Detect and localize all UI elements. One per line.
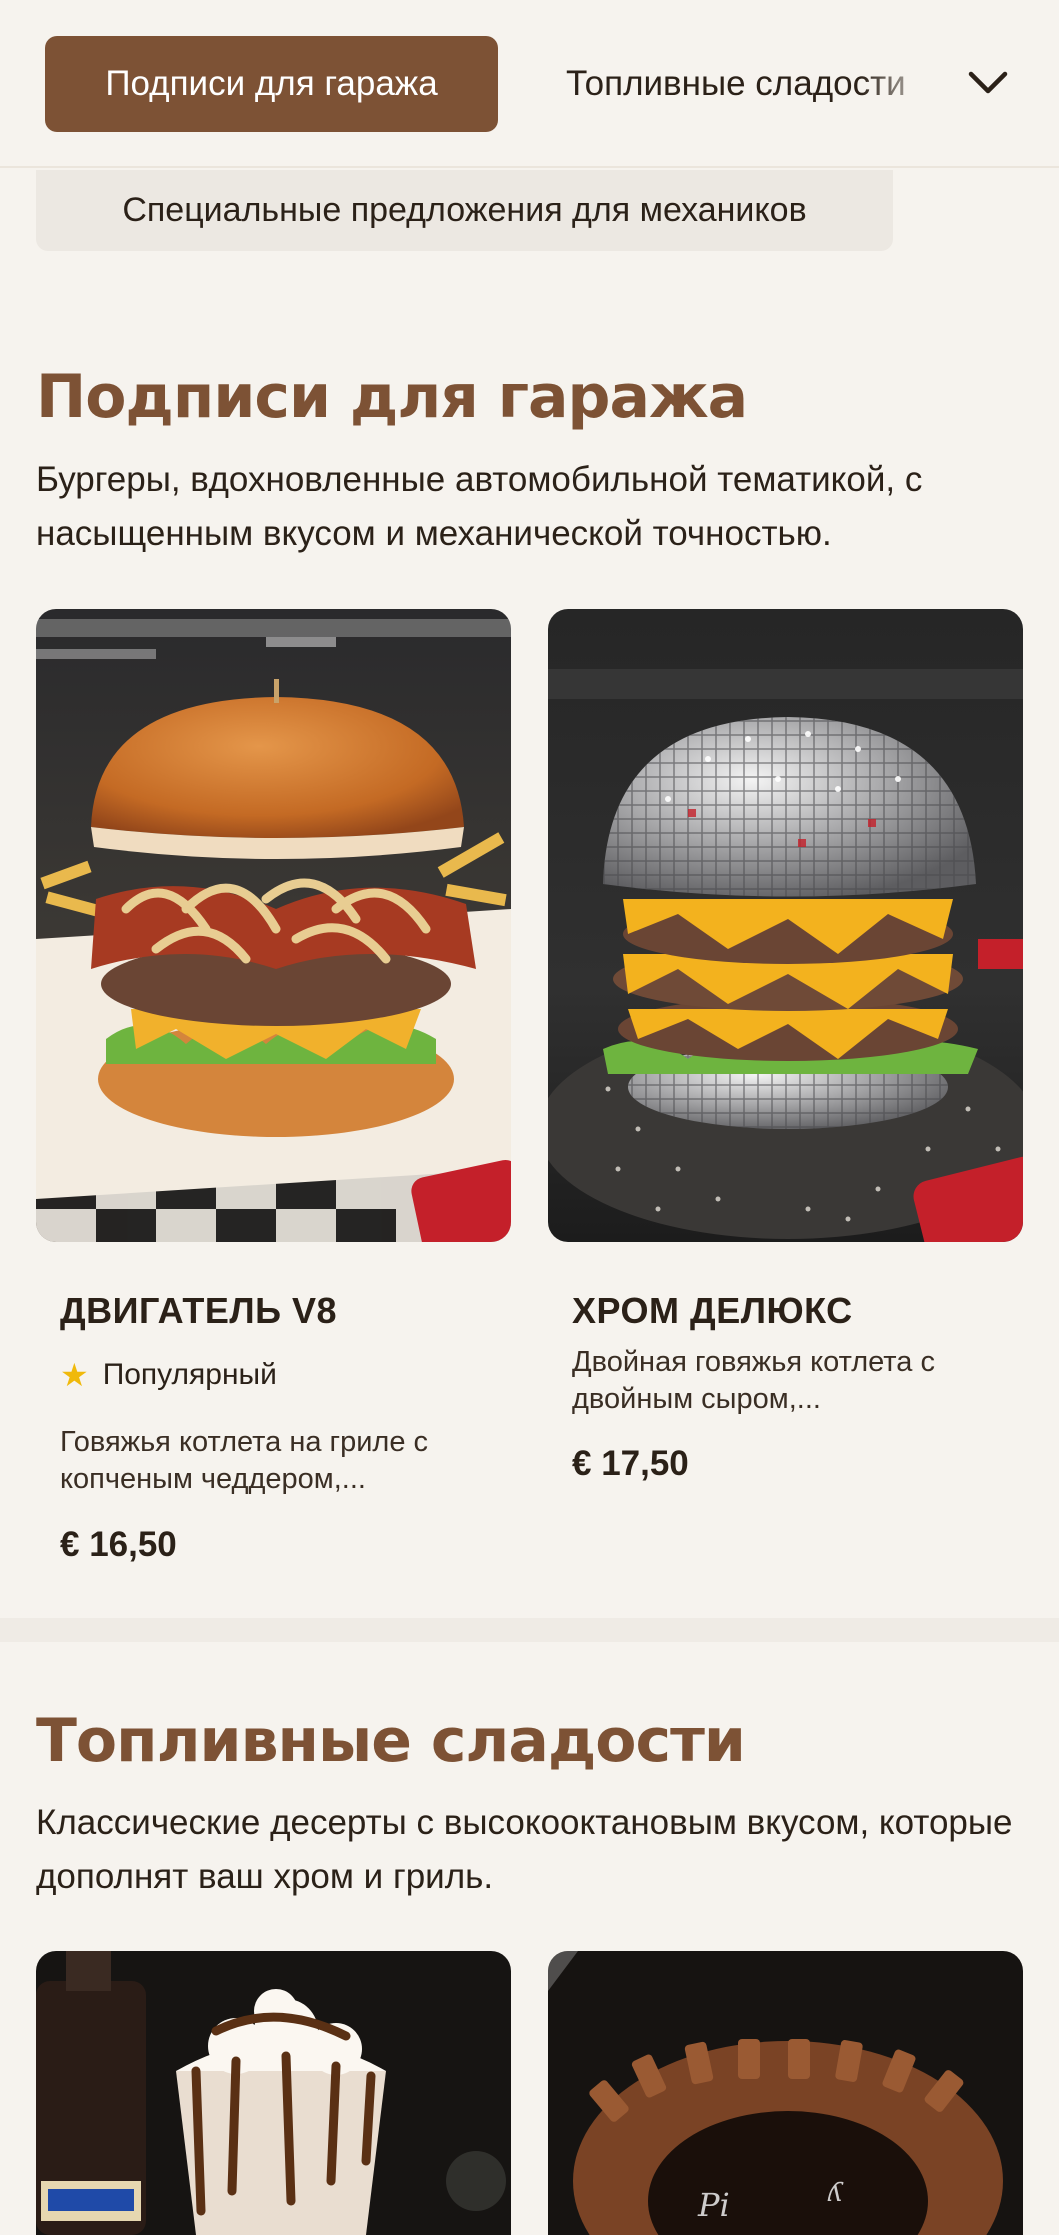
tab-garage-signatures[interactable]: Подписи для гаража <box>45 36 498 132</box>
svg-text:Pi: Pi <box>697 2186 730 2224</box>
menu-item-price: € 16,50 <box>60 1525 177 1564</box>
menu-item-image[interactable] <box>36 1951 511 2235</box>
chevron-down-icon[interactable] <box>963 58 1013 108</box>
menu-item-image[interactable] <box>548 609 1023 1242</box>
section-description: Классические десерты с высокооктановым в… <box>36 1803 1013 1896</box>
category-nav: Подписи для гаража Топливные сладости <box>0 0 1059 168</box>
menu-item-price: € 17,50 <box>572 1444 689 1483</box>
tab-label: Подписи для гаража <box>105 64 438 103</box>
menu-item-description: Говяжья котлета на гриле с копченым чедд… <box>60 1426 429 1495</box>
tab-label: Специальные предложения для механиков <box>122 191 807 229</box>
menu-item-name: ДВИГАТЕЛЬ V8 <box>60 1290 338 1331</box>
menu-item-description: Двойная говяжья котлета с двойным сыром,… <box>572 1346 935 1415</box>
tab-label: Топливные сладости <box>566 64 906 103</box>
section-divider <box>0 1618 1059 1642</box>
tab-mechanic-specials[interactable]: Специальные предложения для механиков <box>36 170 893 251</box>
svg-text:ʎ: ʎ <box>827 2178 844 2208</box>
menu-item-name: ХРОМ ДЕЛЮКС <box>572 1290 853 1331</box>
section-title: Подписи для гаража <box>36 362 748 432</box>
menu-item-image[interactable]: Pi ʎ <box>548 1951 1023 2235</box>
section-description: Бургеры, вдохновленные автомобильной тем… <box>36 460 923 553</box>
star-icon: ★ <box>60 1357 89 1393</box>
tab-scroll-fade <box>860 36 960 132</box>
badge-label: Популярный <box>102 1358 277 1391</box>
menu-item-image[interactable] <box>36 609 511 1242</box>
popular-badge: ★ Популярный <box>60 1356 277 1394</box>
section-title: Топливные сладости <box>36 1706 746 1776</box>
